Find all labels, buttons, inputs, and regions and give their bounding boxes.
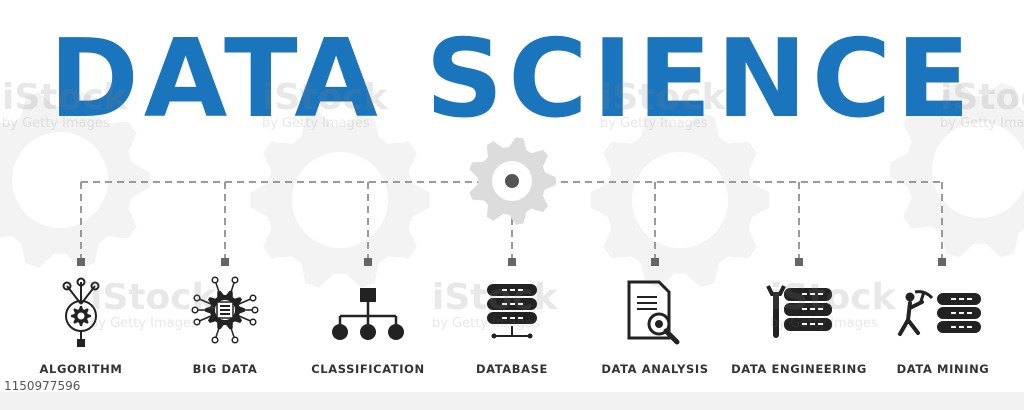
- data-mining-icon: [898, 290, 981, 336]
- image-id: 1150977596: [4, 379, 81, 393]
- watermark: iStock by Getty Images: [770, 277, 896, 332]
- connector-square: [364, 258, 372, 266]
- connector-square: [651, 258, 659, 266]
- watermark: iStock by Getty Images: [940, 77, 1024, 132]
- connector-square: [77, 258, 85, 266]
- center-dot: [505, 174, 519, 188]
- watermark: iStock by Getty Images: [432, 277, 558, 332]
- connector-square: [508, 258, 516, 266]
- connector-square: [221, 258, 229, 266]
- algorithm-gear-icon: [71, 306, 91, 326]
- watermark: iStock by Getty Images: [2, 77, 128, 132]
- connector-square: [795, 258, 803, 266]
- label-data-mining: DATA MINING: [896, 362, 990, 376]
- connector-diagram: [62, 137, 981, 347]
- watermark: iStock by Getty Images: [262, 77, 388, 132]
- classification-icon: [332, 288, 404, 340]
- data-analysis-icon: [627, 280, 680, 345]
- watermark: iStock by Getty Images: [600, 77, 726, 132]
- connector-square: [938, 258, 946, 266]
- infographic-canvas: DATA SCIENCE iStock by Getty Images iSto…: [0, 0, 1024, 410]
- footer-bar: [0, 392, 1024, 410]
- watermark: iStock by Getty Images: [90, 277, 216, 332]
